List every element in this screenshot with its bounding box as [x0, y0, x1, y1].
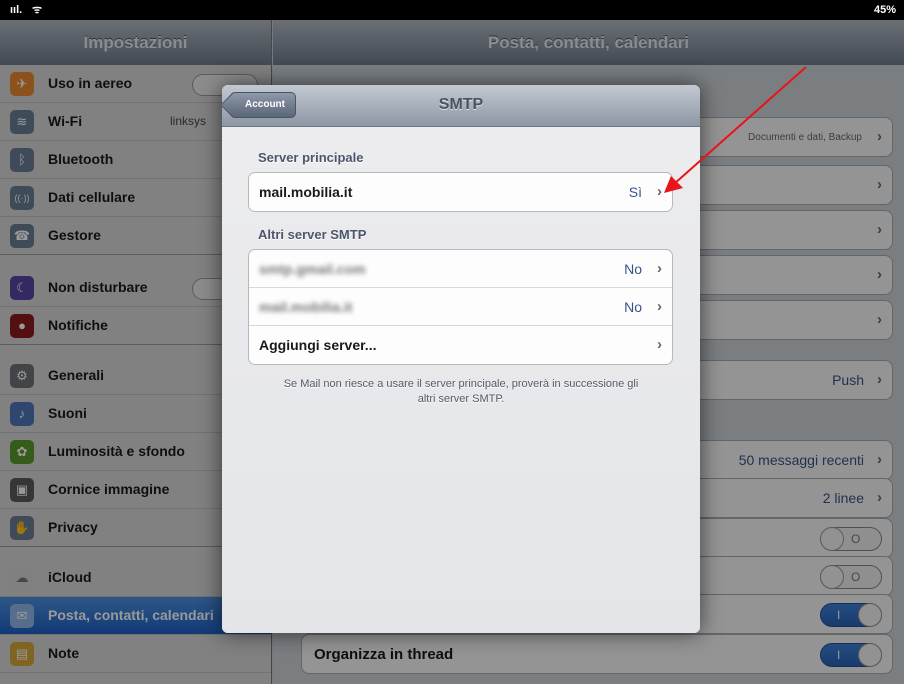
status-bar: ııl. ᯤ 45% [0, 0, 904, 20]
other-servers-section-label: Altri server SMTP [258, 227, 367, 242]
battery-indicator: 45% [873, 4, 896, 16]
chevron-right-icon: › [657, 336, 662, 353]
chevron-right-icon: › [657, 298, 662, 315]
back-button[interactable]: Account [230, 92, 296, 118]
primary-server-section-label: Server principale [258, 150, 364, 165]
ipad-screen: ııl. ᯤ 45% Impostazioni ✈ Uso in aereo ≋… [0, 0, 904, 684]
primary-server-row[interactable]: mail.mobilia.it Sì › [249, 173, 672, 211]
other-servers-group: smtp.gmail.com No › mail.mobilia.it No ›… [248, 249, 673, 365]
modal-navbar: SMTP Account [222, 85, 700, 127]
smtp-server-row[interactable]: smtp.gmail.com No › [249, 250, 672, 288]
server-enabled-value: No [624, 261, 642, 277]
server-name: mail.mobilia.it [259, 184, 353, 200]
server-enabled-value: No [624, 299, 642, 315]
add-server-row[interactable]: Aggiungi server... › [249, 326, 672, 364]
primary-server-group: mail.mobilia.it Sì › [248, 172, 673, 212]
chevron-right-icon: › [657, 260, 662, 277]
smtp-server-row[interactable]: mail.mobilia.it No › [249, 288, 672, 326]
chevron-right-icon: › [657, 183, 662, 200]
add-server-label: Aggiungi server... [259, 337, 377, 353]
server-enabled-value: Sì [628, 184, 642, 200]
smtp-footer-note: Se Mail non riesce a usare il server pri… [283, 378, 639, 405]
signal-icon: ııl. [10, 4, 23, 16]
back-button-label: Account [245, 99, 285, 110]
server-name: mail.mobilia.it [259, 299, 353, 315]
wifi-status-icon: ᯤ [32, 4, 43, 16]
server-name: smtp.gmail.com [259, 261, 366, 277]
smtp-modal: SMTP Account Server principale mail.mobi… [222, 85, 700, 633]
modal-body: Server principale mail.mobilia.it Sì › A… [222, 127, 700, 633]
